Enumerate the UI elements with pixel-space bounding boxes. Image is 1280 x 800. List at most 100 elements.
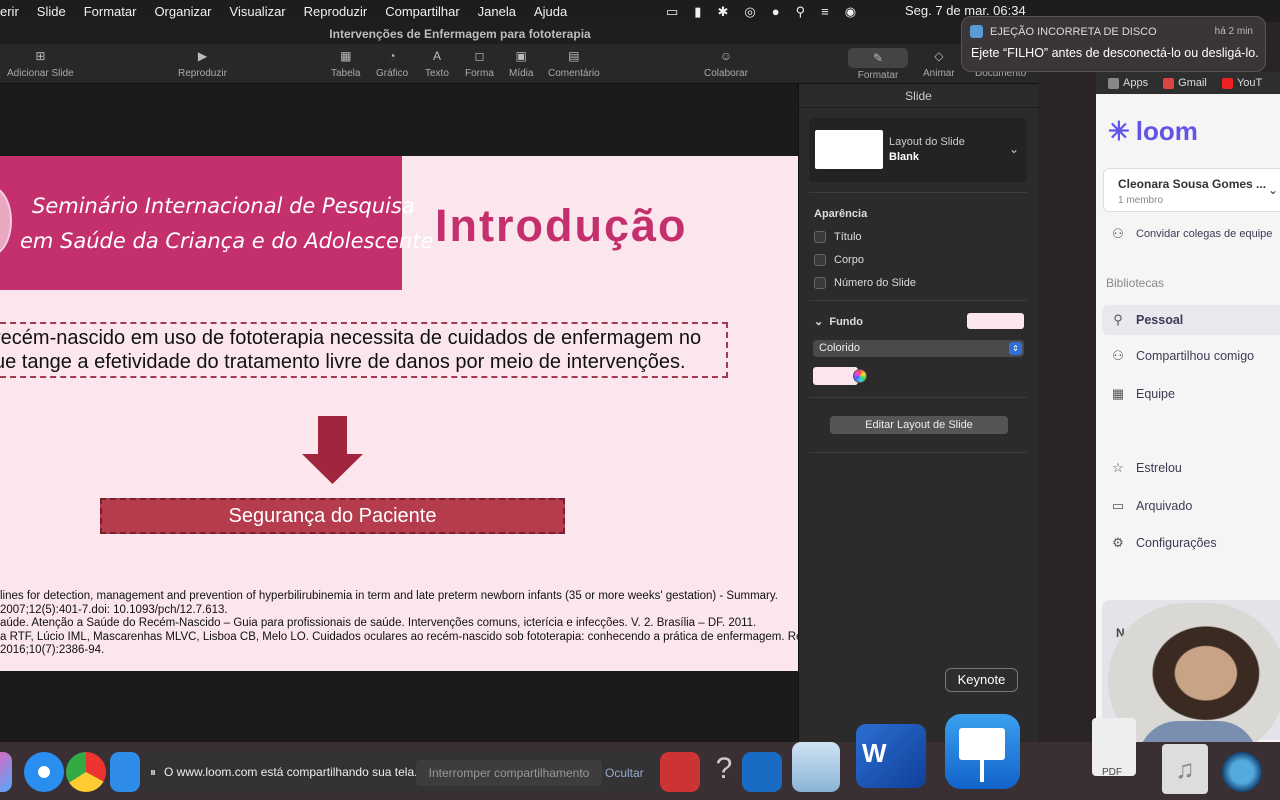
add-slide-button[interactable]: ⊞ Adicionar Slide xyxy=(7,48,74,79)
nav-shared-with-me[interactable]: ⚇ Compartilhou comigo xyxy=(1110,348,1254,364)
color-wheel-icon[interactable] xyxy=(853,369,867,383)
spotlight-search-icon[interactable]: ⚲ xyxy=(796,4,806,20)
add-slide-label: Adicionar Slide xyxy=(7,68,74,79)
menu-view[interactable]: Visualizar xyxy=(221,4,295,19)
body-text-box[interactable]: recém-nascido em uso de fototerapia nece… xyxy=(0,322,728,378)
bluetooth-icon[interactable]: ✱ xyxy=(717,4,728,20)
background-heading[interactable]: ⌄ Fundo xyxy=(814,315,863,328)
menu-arrange[interactable]: Organizar xyxy=(145,4,220,19)
color-well[interactable] xyxy=(813,367,858,385)
loom-star-icon: ✳ xyxy=(1108,116,1130,146)
background-color-swatch[interactable] xyxy=(967,313,1024,329)
people-icon: ⚇ xyxy=(1112,348,1124,363)
globe-icon[interactable] xyxy=(1222,752,1262,792)
screen-mirror-icon[interactable]: ◎ xyxy=(744,4,755,20)
preview-icon[interactable] xyxy=(792,742,840,792)
menu-slide[interactable]: Slide xyxy=(28,4,75,19)
animate-button[interactable]: ◇ Animar xyxy=(923,48,955,79)
music-file-icon[interactable]: ♫ xyxy=(1162,744,1208,794)
word-icon[interactable]: W xyxy=(856,724,926,788)
outlook-icon[interactable] xyxy=(742,752,782,792)
menu-window[interactable]: Janela xyxy=(469,4,525,19)
siri-icon[interactable]: ◉ xyxy=(845,4,856,20)
drag-handle-icon[interactable]: ⏸ xyxy=(142,765,164,780)
shape-button[interactable]: ◻ Forma xyxy=(465,48,494,79)
menu-share[interactable]: Compartilhar xyxy=(376,4,468,19)
bookmark-gmail[interactable]: Gmail xyxy=(1163,77,1207,89)
safari-icon[interactable] xyxy=(24,752,64,792)
keynote-podium-icon xyxy=(959,728,1005,760)
seminar-banner[interactable]: Seminário Internacional de Pesquisa em S… xyxy=(0,156,433,290)
fill-type-select[interactable]: Colorido ⇕ xyxy=(813,340,1024,357)
chart-button[interactable]: ◔ Gráfico xyxy=(376,48,408,79)
gmail-icon xyxy=(1163,77,1175,89)
play-label: Reproduzir xyxy=(178,68,227,79)
launchpad-icon[interactable] xyxy=(0,752,12,792)
text-label: Texto xyxy=(425,68,449,79)
body-checkbox-label: Corpo xyxy=(834,254,864,266)
text-button[interactable]: A Texto xyxy=(425,48,449,79)
background-label: Fundo xyxy=(829,316,863,328)
nav-personal[interactable]: ⚲ Pessoal xyxy=(1102,305,1280,335)
chevron-down-icon: ⌄ xyxy=(1008,142,1019,156)
patient-safety-box[interactable]: Segurança do Paciente xyxy=(100,498,565,534)
slide-title[interactable]: Introdução xyxy=(435,200,688,252)
seminar-line-1: Seminário Internacional de Pesquisa xyxy=(32,194,415,218)
nav-starred[interactable]: ☆ Estrelou xyxy=(1110,460,1182,476)
inspector-header[interactable]: Slide xyxy=(799,84,1038,108)
slide-number-checkbox[interactable]: Número do Slide xyxy=(814,277,916,289)
checkbox-box xyxy=(814,254,826,266)
media-button[interactable]: ▣ Mídia xyxy=(509,48,533,79)
pdf-document-icon[interactable]: PDF xyxy=(1092,718,1136,778)
battery-icon[interactable]: ▮ xyxy=(694,4,701,20)
disk-ejection-notification[interactable]: EJEÇÃO INCORRETA DE DISCO há 2 min Ejete… xyxy=(961,16,1266,72)
play-icon: ▶ xyxy=(197,49,208,63)
hide-button[interactable]: Ocultar xyxy=(605,760,644,786)
divider xyxy=(809,300,1027,301)
stop-sharing-button[interactable]: Interromper compartilhamento xyxy=(416,760,602,786)
table-icon: ▦ xyxy=(340,49,352,63)
nav-settings[interactable]: ⚙ Configurações xyxy=(1110,535,1216,551)
body-line-2: ue tange a efetividade do tratamento liv… xyxy=(0,351,686,373)
mail-icon[interactable] xyxy=(110,752,140,792)
chrome-icon[interactable] xyxy=(66,752,106,792)
table-button[interactable]: ▦ Tabela xyxy=(331,48,360,79)
workspace-switcher[interactable]: Cleonara Sousa Gomes ... 1 membro ⌄ xyxy=(1103,168,1280,212)
references[interactable]: lines for detection, management and prev… xyxy=(0,590,798,658)
slide[interactable]: Seminário Internacional de Pesquisa em S… xyxy=(0,156,798,671)
format-button[interactable]: ✎ Formatar xyxy=(848,48,908,81)
loom-logo[interactable]: ✳ loom xyxy=(1108,116,1198,147)
seminar-line-2: em Saúde da Criança e do Adolescente xyxy=(20,229,434,253)
disk-icon xyxy=(970,25,983,38)
table-label: Tabela xyxy=(331,68,361,79)
play-button[interactable]: ▶ Reproduzir xyxy=(178,48,227,79)
edit-slide-layout-button[interactable]: Editar Layout de Slide xyxy=(830,416,1008,434)
chart-label: Gráfico xyxy=(376,68,409,79)
slide-layout-picker[interactable]: Layout do Slide Blank ⌄ xyxy=(809,118,1027,182)
title-checkbox[interactable]: Título xyxy=(814,231,862,243)
bookmark-youtube[interactable]: YouT xyxy=(1221,77,1262,89)
menu-play[interactable]: Reproduzir xyxy=(295,4,377,19)
keynote-icon[interactable] xyxy=(945,714,1020,789)
invite-teammates-button[interactable]: ⚇ Convidar colegas de equipe xyxy=(1110,226,1272,242)
nav-team[interactable]: ▦ Equipe xyxy=(1110,386,1175,402)
collaborate-button[interactable]: ☺ Colaborar xyxy=(704,48,748,79)
help-icon[interactable]: ? xyxy=(704,752,744,792)
user-icon[interactable]: ● xyxy=(772,4,780,20)
menu-format[interactable]: Formatar xyxy=(75,4,146,19)
display-icon[interactable]: ▭ xyxy=(666,4,678,20)
gear-icon: ⚙ xyxy=(1112,535,1124,550)
checkbox-box xyxy=(814,277,826,289)
menu-edit[interactable]: erir xyxy=(0,4,28,19)
chevron-down-icon: ⌄ xyxy=(1267,183,1278,197)
comment-button[interactable]: ▤ Comentário xyxy=(548,48,600,79)
control-center-icon[interactable]: ≡ xyxy=(821,4,829,20)
menu-help[interactable]: Ajuda xyxy=(525,4,576,19)
photo-booth-icon[interactable] xyxy=(660,752,700,792)
body-checkbox[interactable]: Corpo xyxy=(814,254,864,266)
slide-number-checkbox-label: Número do Slide xyxy=(834,277,916,289)
bookmark-apps[interactable]: Apps xyxy=(1108,77,1148,89)
nav-archived[interactable]: ▭ Arquivado xyxy=(1110,498,1192,514)
down-arrow-shape[interactable] xyxy=(302,416,363,484)
sharing-message: O www.loom.com está compartilhando sua t… xyxy=(164,765,418,779)
